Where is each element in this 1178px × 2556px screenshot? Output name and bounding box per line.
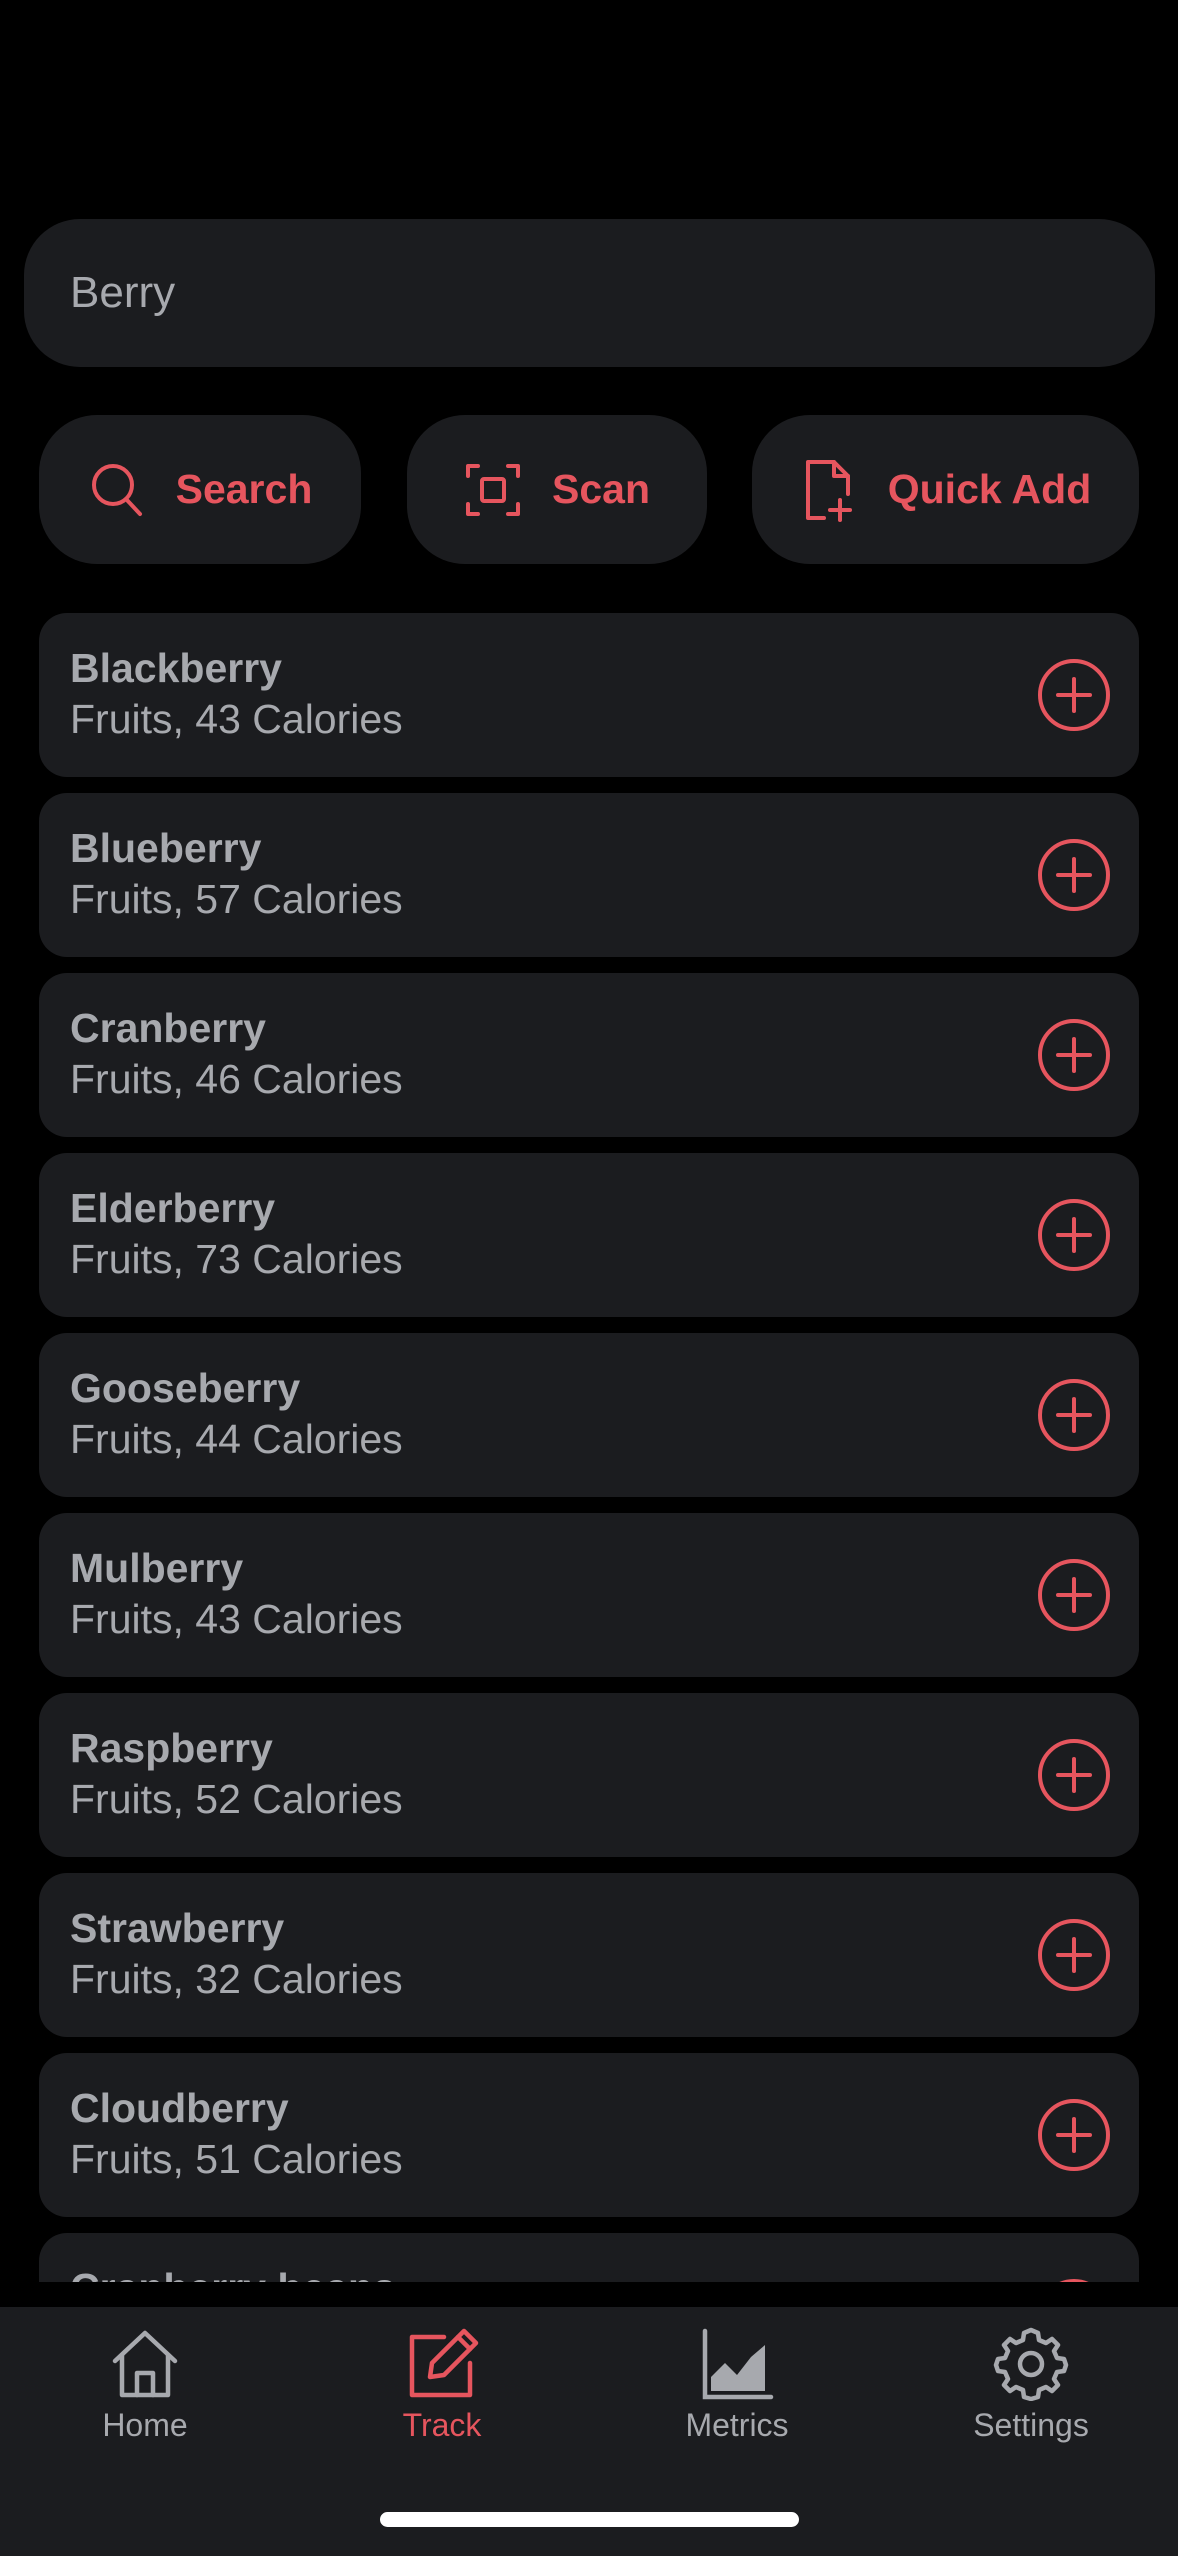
plus-circle-icon[interactable] <box>1037 1918 1111 1992</box>
food-detail: Fruits, 43 Calories <box>70 1596 403 1642</box>
food-item[interactable]: Mulberry Fruits, 43 Calories <box>39 1513 1139 1677</box>
tab-bar: Home Track Metrics Settings <box>0 2307 1178 2556</box>
gear-icon <box>993 2327 1069 2401</box>
plus-circle-icon[interactable] <box>1037 658 1111 732</box>
tab-home-label: Home <box>102 2407 188 2443</box>
food-item[interactable]: Elderberry Fruits, 73 Calories <box>39 1153 1139 1317</box>
search-icon <box>91 463 142 516</box>
food-item[interactable]: Blueberry Fruits, 57 Calories <box>39 793 1139 957</box>
tab-settings[interactable]: Settings <box>911 2327 1151 2444</box>
search-input-value: Berry <box>70 268 176 317</box>
scan-icon <box>466 463 520 516</box>
food-item[interactable]: Strawberry Fruits, 32 Calories <box>39 1873 1139 2037</box>
food-detail: Fruits, 57 Calories <box>70 876 403 922</box>
food-detail: Fruits, 44 Calories <box>70 1416 403 1462</box>
tab-metrics-label: Metrics <box>685 2407 789 2443</box>
tab-track-label: Track <box>402 2407 482 2443</box>
search-input[interactable]: Berry <box>24 219 1155 367</box>
food-name: Blackberry <box>70 645 282 691</box>
search-button-label: Search <box>175 466 313 512</box>
edit-icon <box>409 2328 479 2398</box>
food-name: Strawberry <box>70 1905 285 1951</box>
food-name: Mulberry <box>70 1545 244 1591</box>
food-detail: Fruits, 52 Calories <box>70 1776 403 1822</box>
plus-circle-icon[interactable] <box>1037 1198 1111 1272</box>
home-icon <box>112 2330 178 2398</box>
tab-settings-label: Settings <box>973 2407 1089 2443</box>
quick-add-button[interactable]: Quick Add <box>752 415 1139 564</box>
food-item[interactable]: Raspberry Fruits, 52 Calories <box>39 1693 1139 1857</box>
plus-circle-icon[interactable] <box>1037 1378 1111 1452</box>
food-name: Gooseberry <box>70 1365 301 1411</box>
food-item[interactable]: Cranberry Fruits, 46 Calories <box>39 973 1139 1137</box>
food-list: Blackberry Fruits, 43 Calories Blueberry… <box>39 613 1139 2282</box>
food-detail: Fruits, 46 Calories <box>70 1056 403 1102</box>
scan-button[interactable]: Scan <box>407 415 707 564</box>
food-name: Raspberry <box>70 1725 273 1771</box>
food-name: Cranberry <box>70 1005 266 1051</box>
plus-circle-icon[interactable] <box>1037 838 1111 912</box>
food-detail: Fruits, 43 Calories <box>70 696 403 742</box>
food-item[interactable]: Gooseberry Fruits, 44 Calories <box>39 1333 1139 1497</box>
food-name: Blueberry <box>70 825 262 871</box>
quick-add-button-label: Quick Add <box>887 466 1092 512</box>
plus-circle-icon[interactable] <box>1037 1018 1111 1092</box>
food-item[interactable]: Cloudberry Fruits, 51 Calories <box>39 2053 1139 2217</box>
food-detail: Fruits, 73 Calories <box>70 1236 403 1282</box>
food-item[interactable]: Cranberry beans <box>39 2233 1139 2282</box>
document-plus-icon <box>805 459 852 522</box>
food-name: Cloudberry <box>70 2085 289 2131</box>
search-button[interactable]: Search <box>39 415 361 564</box>
plus-circle-icon[interactable] <box>1037 2098 1111 2172</box>
chart-icon <box>702 2328 774 2400</box>
plus-circle-icon[interactable] <box>1037 1738 1111 1812</box>
food-item[interactable]: Blackberry Fruits, 43 Calories <box>39 613 1139 777</box>
plus-circle-icon[interactable] <box>1037 1558 1111 1632</box>
home-indicator[interactable] <box>380 2512 799 2527</box>
scan-button-label: Scan <box>552 466 650 512</box>
plus-circle-icon[interactable] <box>1037 2278 1111 2282</box>
food-name: Elderberry <box>70 1185 276 1231</box>
tab-metrics[interactable]: Metrics <box>617 2327 857 2444</box>
tab-home[interactable]: Home <box>25 2327 265 2444</box>
tab-track[interactable]: Track <box>322 2327 562 2444</box>
food-detail: Fruits, 51 Calories <box>70 2136 403 2182</box>
food-detail: Fruits, 32 Calories <box>70 1956 403 2002</box>
food-name: Cranberry beans <box>70 2265 396 2282</box>
